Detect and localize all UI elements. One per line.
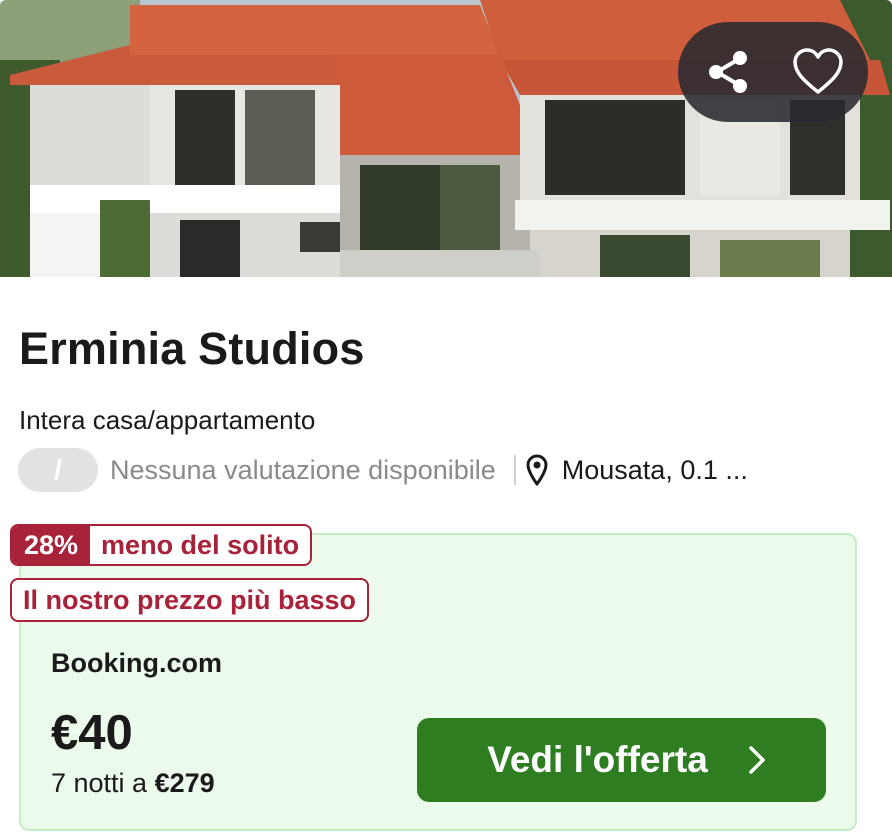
location-text[interactable]: Mousata, 0.1 ... [562,455,748,486]
total-prefix: 7 notti a [51,768,148,798]
rating-location-row: / Nessuna valutazione disponibile Mousat… [18,447,878,493]
provider-name: Booking.com [51,648,223,678]
chevron-right-icon [748,745,766,775]
favorite-button[interactable] [778,44,858,100]
discount-tag: 28% meno del solito [10,524,313,566]
discount-text: meno del solito [101,529,300,560]
share-icon [709,51,747,93]
total-price: 7 notti a €279 [51,768,215,799]
location-pin-icon [526,454,548,486]
photo-actions [678,22,868,122]
rating-text: Nessuna valutazione disponibile [110,454,496,485]
discount-percent: 28% [12,526,91,564]
share-button[interactable] [688,44,768,100]
total-amount: €279 [154,768,215,798]
nightly-price: €40 [51,706,133,760]
divider [513,455,516,485]
rating-badge: / [18,448,98,492]
view-deal-button[interactable]: Vedi l'offerta [417,718,826,802]
heart-icon [793,48,843,94]
property-type: Intera casa/appartamento [19,405,316,435]
view-deal-label: Vedi l'offerta [487,739,708,780]
listing-title[interactable]: Erminia Studios [19,323,365,375]
property-photo[interactable] [0,0,892,277]
lowest-price-tag: Il nostro prezzo più basso [10,578,370,622]
